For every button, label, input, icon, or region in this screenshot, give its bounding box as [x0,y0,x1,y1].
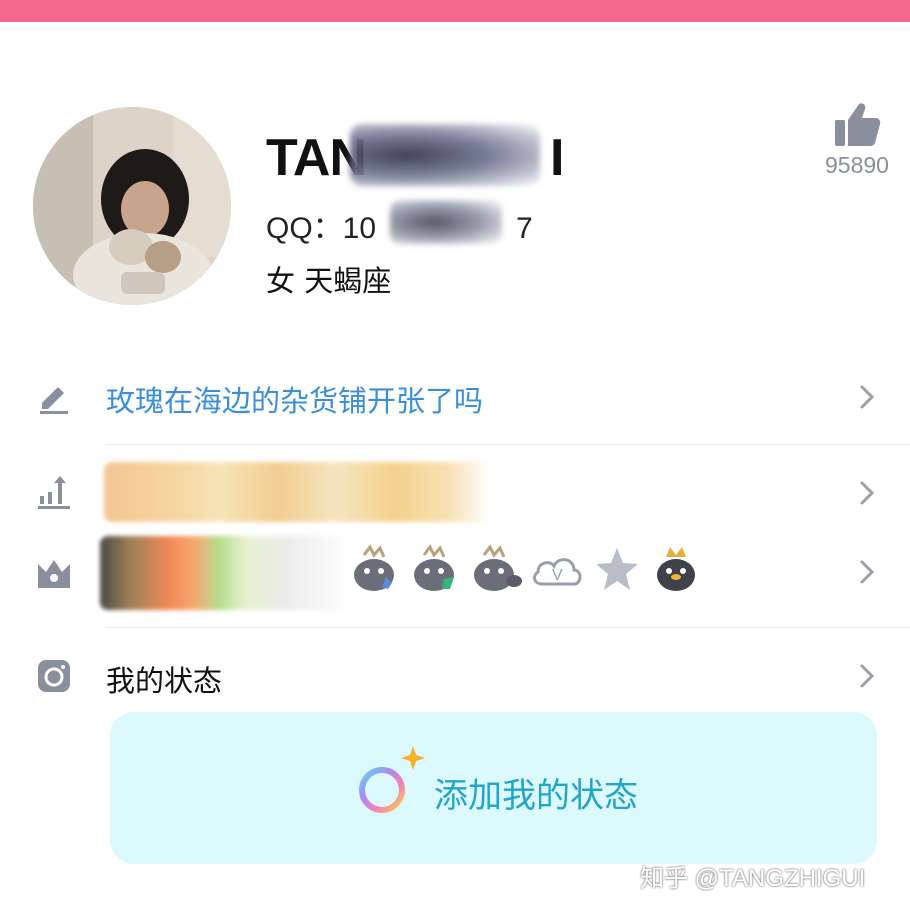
pencil-icon [40,387,68,414]
redacted-qq [390,200,502,244]
avatar[interactable] [33,107,231,305]
crown-icon [38,560,70,588]
chevron-right-icon [860,481,875,505]
gender-constellation: 女 天蝎座 [266,264,392,298]
penguin-badge-icon [354,544,394,591]
redacted-level-badges [104,462,490,522]
watermark: 知乎 @TANGZHIGUI [640,865,866,892]
chevron-right-icon [860,560,875,584]
svg-text:V: V [552,567,563,584]
signature-text: 玫瑰在海边的杂货铺开张了吗 [106,384,484,418]
chevron-right-icon [860,664,875,688]
divider [106,627,910,628]
like-count: 95890 [825,152,889,178]
redacted-name [350,124,540,186]
instagram-icon [38,660,70,692]
penguin-badge-icon [414,544,454,591]
divider [106,444,910,445]
chevron-right-icon [860,385,875,409]
sparkle-icon [401,746,425,770]
my-status-title: 我的状态 [106,664,223,698]
star-icon [596,548,638,590]
thumb-up-icon [835,103,881,146]
top-accent-bar [0,0,910,22]
redacted-vip-badges [100,536,350,610]
add-status-label: 添加我的状态 [434,776,638,816]
like-button[interactable]: 95890 [822,100,892,179]
vip-cloud-icon: V [533,558,582,586]
penguin-badge-icon [474,544,522,591]
penguin-crown-icon [657,547,695,591]
bar-chart-icon [38,476,70,509]
